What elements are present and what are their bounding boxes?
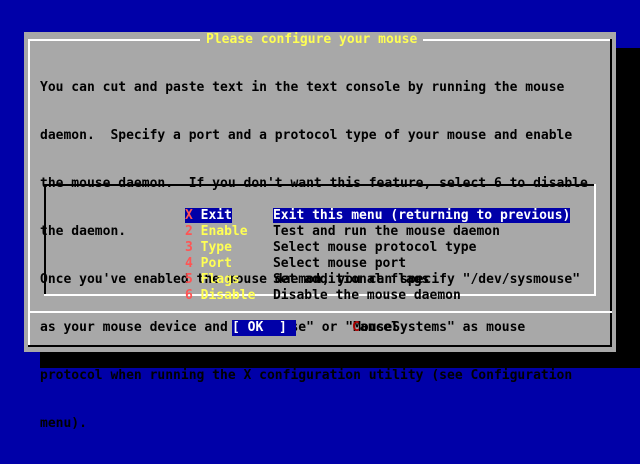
ok-button-bracket: [ [232,320,248,335]
menu-item-label: Disable [192,288,256,303]
dialog-border-right [610,39,612,347]
ok-button[interactable]: [ OK ] [232,320,296,336]
button-separator [28,311,612,313]
description-line: You can cut and paste text in the text c… [40,80,565,95]
menu-border-top [44,184,596,186]
menu-border-left [44,184,46,296]
menu-border-right [594,184,596,296]
menu-item-tag: 6 Disable [185,288,273,304]
menu-item-port[interactable]: 4 Port Select mouse port [138,240,406,271]
menu-item-flags[interactable]: 5 Flags Set additional flags [138,256,430,287]
hotkey: 6 [184,288,193,303]
hotkey: C [352,320,360,335]
menu-item-disable[interactable]: 6 Disable Disable the mouse daemon [138,272,461,303]
mouse-config-dialog: Please configure your mouse You can cut … [24,32,616,431]
dialog-title: Please configure your mouse [200,32,424,48]
ok-button-label: K ] [255,320,287,335]
description-line: daemon. Specify a port and a protocol ty… [40,128,573,143]
menu-item-type[interactable]: 3 Type Select mouse protocol type [138,224,477,255]
description-line: as your mouse device and "SysMouse" or "… [40,320,526,335]
cancel-button[interactable]: Cancel [352,320,399,336]
menu-item-description: Disable the mouse daemon [272,288,461,303]
description-line: protocol when running the X configuratio… [40,368,573,383]
dialog-border-left [28,39,30,347]
menu-list: X Exit Exit this menu (returning to previ… [44,184,596,303]
menu-item-enable[interactable]: 2 Enable Test and run the mouse daemon [138,208,500,239]
description-line: menu). [40,416,87,431]
cancel-button-label: ancel [359,320,399,335]
menu-item-exit[interactable]: X Exit Exit this menu (returning to previ… [138,192,571,223]
